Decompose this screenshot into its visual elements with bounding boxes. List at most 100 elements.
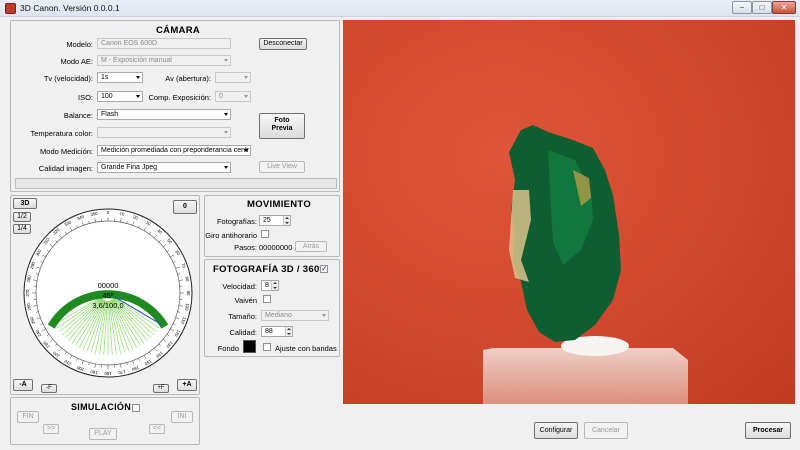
photos-value: 25 <box>263 217 271 224</box>
camera-group: CÁMARA Modelo: Canon EOS 600D Desconecta… <box>10 20 340 192</box>
speed-label: Velocidad: <box>222 282 257 291</box>
chevron-down-icon <box>244 95 248 98</box>
minus-f-button[interactable]: -F <box>41 384 57 393</box>
exposure-comp-select[interactable]: 0 <box>215 91 251 102</box>
image-quality-select[interactable]: Grande Fina Jpeg <box>97 162 231 173</box>
minimize-button[interactable]: − <box>732 1 752 14</box>
quality-label: Calidad: <box>229 328 257 337</box>
play-button[interactable]: PLAY <box>89 428 117 440</box>
exposure-comp-value: 0 <box>219 93 223 100</box>
swing-checkbox[interactable] <box>263 295 271 303</box>
preview-photo-button[interactable]: Foto Previa <box>259 113 305 139</box>
process-button[interactable]: Procesar <box>745 422 791 439</box>
tv-value: 1s <box>101 74 109 81</box>
chevron-down-icon <box>224 131 228 134</box>
dial-tick-label: 90 <box>186 291 191 296</box>
forward-button[interactable]: >> <box>43 424 59 434</box>
quality-spinner[interactable]: 88 <box>261 326 293 337</box>
mineral-photo <box>343 20 795 404</box>
simulation-group: SIMULACIÓN FIN INI >> << PLAY <box>10 397 200 445</box>
av-label: Av (abertura): <box>165 74 211 83</box>
dial-angle: 45º <box>102 291 113 300</box>
bands-label: Ajuste con bandas <box>275 344 337 353</box>
dial-tick-label: 180 <box>104 371 112 376</box>
configure-button[interactable]: Configurar <box>534 422 578 439</box>
title-bar: 3D Canon. Versión 0.0.0.1 − □ ✕ <box>0 0 800 17</box>
metering-value: Medición promediada con preponderancia c… <box>101 147 250 154</box>
app-icon <box>5 3 16 14</box>
live-view-button[interactable]: Live View <box>259 161 305 173</box>
chevron-down-icon <box>244 149 248 152</box>
photos-spinner[interactable]: 25 <box>259 215 291 226</box>
fin-button[interactable]: FIN <box>17 411 39 423</box>
disconnect-button[interactable]: Desconectar <box>259 38 307 50</box>
image-quality-value: Grande Fina Jpeg <box>101 164 158 171</box>
backward-button[interactable]: << <box>149 424 165 434</box>
metering-label: Modo Medición: <box>40 147 93 156</box>
window-title: 3D Canon. Versión 0.0.0.1 <box>20 3 120 13</box>
ae-mode-value: M - Exposición manual <box>101 57 172 64</box>
back-button[interactable]: Atrás <box>295 241 327 252</box>
steps-label: Pasos: <box>234 243 257 252</box>
chevron-down-icon <box>224 113 228 116</box>
chevron-down-icon <box>224 59 228 62</box>
size-value: Mediano <box>265 312 292 319</box>
ccw-checkbox[interactable] <box>261 230 269 238</box>
color-temp-select[interactable] <box>97 127 231 138</box>
photo3d-checkbox[interactable] <box>320 264 328 273</box>
movement-title: MOVIMIENTO <box>247 199 312 210</box>
photo3d-group: FOTOGRAFÍA 3D / 360º Velocidad: 8 Vaivén… <box>204 259 340 357</box>
simulation-checkbox[interactable] <box>132 404 140 412</box>
balance-value: Flash <box>101 111 119 118</box>
steps-value: 00000000 <box>259 243 293 252</box>
color-temp-label: Temperatura color: <box>30 129 93 138</box>
exposure-comp-label: Comp. Exposición: <box>148 93 211 102</box>
background-color-swatch[interactable] <box>243 340 256 353</box>
plus-f-button[interactable]: +F <box>153 384 169 393</box>
maximize-button[interactable]: □ <box>752 1 772 14</box>
ae-mode-select[interactable]: M - Exposición manual <box>97 55 231 66</box>
ccw-label: Giro antihorario <box>205 231 257 240</box>
minus-a-button[interactable]: -A <box>13 379 33 391</box>
speed-spinner[interactable]: 8 <box>261 280 279 291</box>
photo3d-title: FOTOGRAFÍA 3D / 360º <box>213 264 324 275</box>
preview-photo-label-1: Foto <box>274 117 290 124</box>
chevron-down-icon <box>136 76 140 79</box>
chevron-down-icon <box>244 76 248 79</box>
spinner-arrows-icon[interactable] <box>271 281 278 290</box>
dial-group: 3D 1/2 1/4 0 0 10 20 30 40 50 60 70 80 90 100 110 12… <box>10 195 200 395</box>
quality-value: 88 <box>265 328 273 335</box>
spinner-arrows-icon[interactable] <box>283 216 290 225</box>
dial-tick-label: 270 <box>25 289 30 297</box>
balance-label: Balance: <box>63 111 93 120</box>
size-label: Tamaño: <box>228 312 257 321</box>
iso-select[interactable]: 100 <box>97 91 143 102</box>
swing-label: Vaivén <box>234 296 257 305</box>
chevron-down-icon <box>322 314 326 317</box>
balance-select[interactable]: Flash <box>97 109 231 120</box>
metering-select[interactable]: Medición promediada con preponderancia c… <box>97 145 251 156</box>
plus-a-button[interactable]: +A <box>177 379 197 391</box>
movement-group: MOVIMIENTO Fotografías: 25 Giro antihora… <box>204 195 340 257</box>
spinner-arrows-icon[interactable] <box>285 327 292 336</box>
model-field: Canon EOS 600D <box>97 38 231 49</box>
chevron-down-icon <box>224 166 228 169</box>
acrylic-stand <box>483 348 688 404</box>
iso-value: 100 <box>101 93 113 100</box>
ini-button[interactable]: INI <box>171 411 193 423</box>
preview-photo-label-2: Previa <box>271 125 293 132</box>
speed-value: 8 <box>265 282 269 289</box>
cancel-button[interactable]: Cancelar <box>584 422 628 439</box>
camera-title: CÁMARA <box>156 25 201 36</box>
camera-progress-bar <box>15 178 337 189</box>
iso-label: ISO: <box>77 93 93 102</box>
rotation-dial[interactable]: 0 102030405060708090100110120130140150160… <box>23 200 193 386</box>
dial-ratio: 3,6/100,0 <box>92 301 123 310</box>
close-button[interactable]: ✕ <box>772 1 796 14</box>
camera-preview-image <box>343 20 795 404</box>
size-select[interactable]: Mediano <box>261 310 329 321</box>
tv-select[interactable]: 1s <box>97 72 143 83</box>
bands-checkbox[interactable] <box>263 343 271 351</box>
av-select[interactable] <box>215 72 251 83</box>
background-label: Fondo <box>217 344 239 353</box>
